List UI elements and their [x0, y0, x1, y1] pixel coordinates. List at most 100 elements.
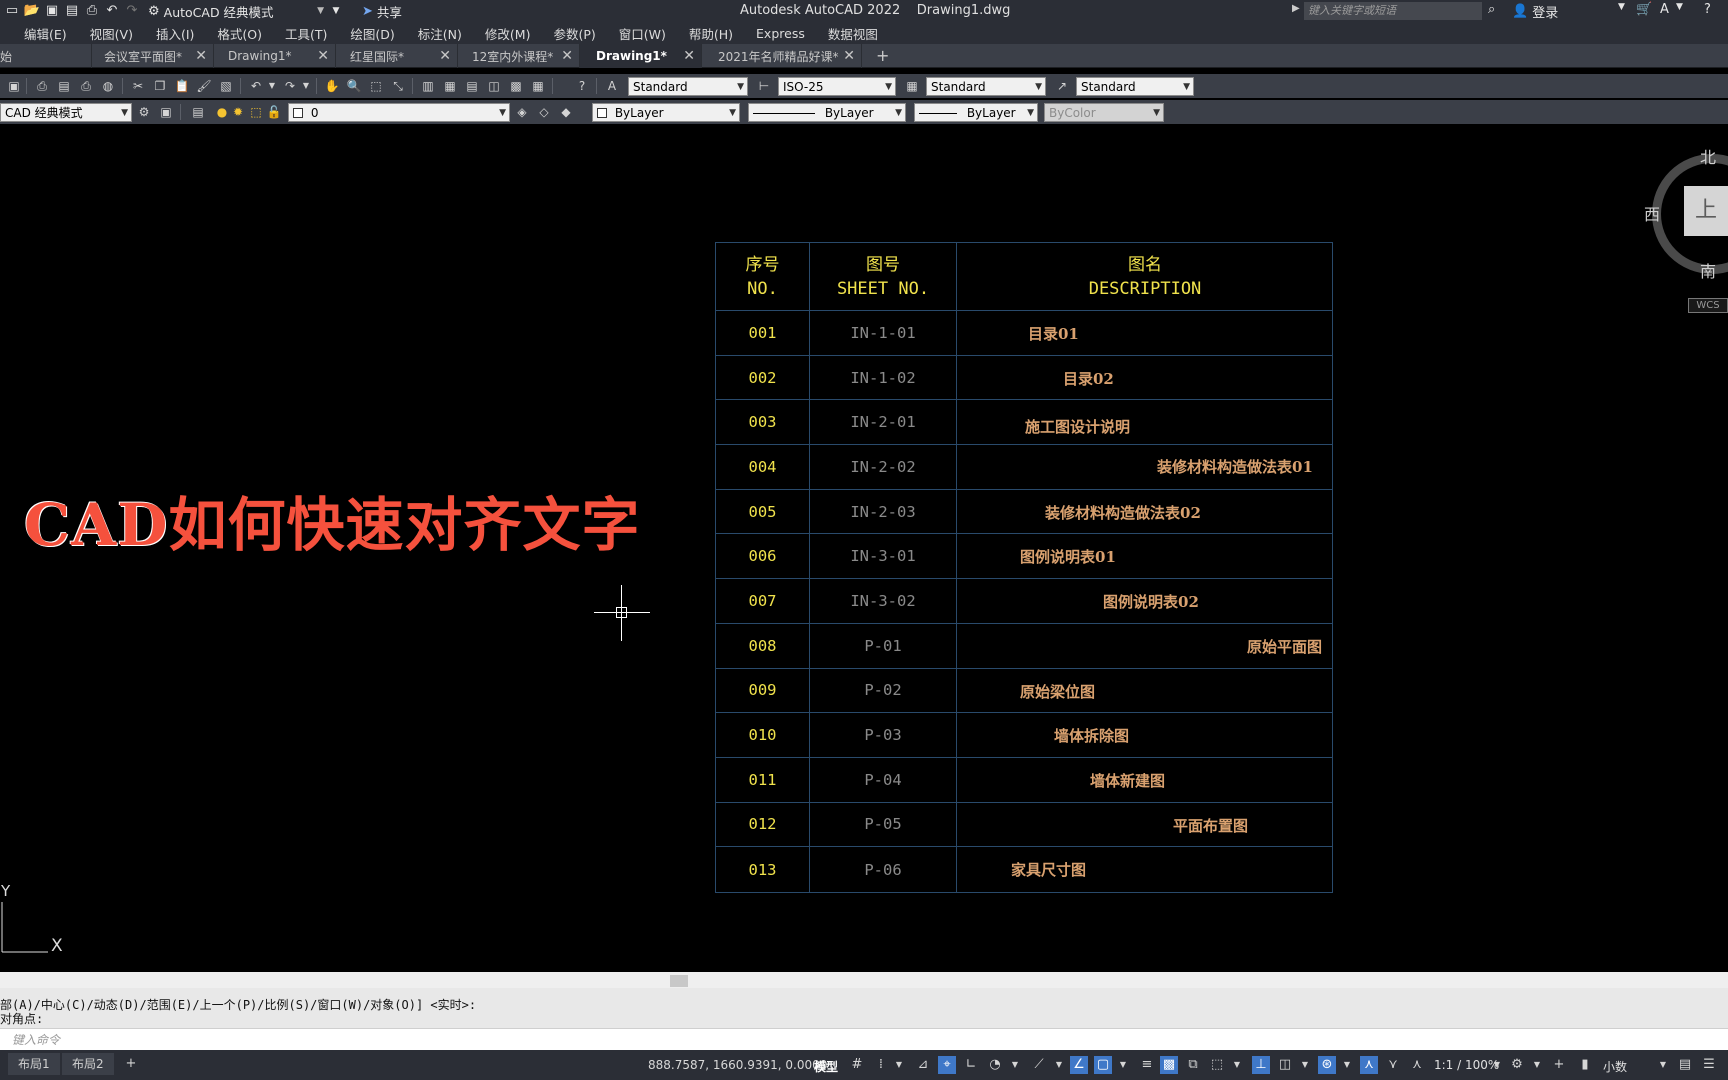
horizontal-scrollbar[interactable]: [0, 972, 1728, 988]
viewcube[interactable]: 北 西 南 上 WCS: [1644, 144, 1728, 314]
print-icon[interactable]: ⎙: [84, 3, 100, 19]
menu-data-view[interactable]: 数据视图: [828, 24, 878, 43]
isometric-icon[interactable]: ⟋: [1030, 1056, 1048, 1074]
layer-previous-icon[interactable]: ◇: [536, 104, 552, 120]
lightbulb-icon[interactable]: ●: [214, 104, 230, 120]
dynamic-input-icon[interactable]: ⌖: [938, 1056, 956, 1074]
markup-icon[interactable]: ▩: [508, 78, 524, 94]
units-dropdown-icon[interactable]: ▼: [1654, 1056, 1672, 1074]
customize-icon[interactable]: ☰: [1700, 1056, 1718, 1074]
layer-properties-icon[interactable]: ▤: [190, 104, 206, 120]
design-center-icon[interactable]: ▦: [442, 78, 458, 94]
selection-cycling-icon[interactable]: ⧉: [1184, 1056, 1202, 1074]
close-icon[interactable]: ✕: [195, 48, 207, 64]
row-description[interactable]: 图例说明表02: [1103, 591, 1199, 612]
menu-dimension[interactable]: 标注(N): [418, 24, 462, 43]
viewcube-top-face[interactable]: 上: [1684, 186, 1728, 236]
quick-properties-icon[interactable]: ▤: [1676, 1056, 1694, 1074]
undo-icon[interactable]: ↶: [248, 78, 264, 94]
row-description[interactable]: 平面布置图: [1173, 815, 1248, 836]
unlock-icon[interactable]: 🔓: [266, 104, 282, 120]
menu-draw[interactable]: 绘图(D): [350, 24, 394, 43]
scale-dropdown-icon[interactable]: ▼: [1488, 1056, 1506, 1074]
add-layout-icon[interactable]: +: [122, 1055, 140, 1073]
text-style-select[interactable]: Standard ▼: [628, 77, 748, 96]
tab-layout1[interactable]: 布局1: [8, 1053, 60, 1075]
cut-icon[interactable]: ✂: [130, 78, 146, 94]
compass-north[interactable]: 北: [1700, 144, 1716, 168]
save-icon[interactable]: ▣: [44, 3, 60, 19]
table-style-icon[interactable]: ▦: [904, 78, 920, 94]
table-style-select[interactable]: Standard ▼: [926, 77, 1046, 96]
sign-in-dropdown-icon[interactable]: ▼: [1618, 2, 1625, 12]
menu-view[interactable]: 视图(V): [90, 24, 133, 43]
3d-osnap-dropdown-icon[interactable]: ▼: [1228, 1056, 1246, 1074]
autodesk-a360-icon[interactable]: A: [1660, 2, 1669, 17]
menu-modify[interactable]: 修改(M): [485, 24, 531, 43]
close-icon[interactable]: ✕: [843, 48, 855, 64]
row-description[interactable]: 原始平面图: [1247, 636, 1322, 657]
table-row[interactable]: 012 P-05 平面布置图: [716, 802, 1332, 848]
tool-palettes-icon[interactable]: ▤: [464, 78, 480, 94]
workspace-dropdown[interactable]: ⚙ AutoCAD 经典模式 ▼: [148, 1, 324, 21]
pan-icon[interactable]: ✋: [324, 78, 340, 94]
plot-preview-icon[interactable]: ▤: [56, 78, 72, 94]
row-description[interactable]: 墙体拆除图: [1054, 725, 1129, 746]
command-input[interactable]: 键入命令: [0, 1028, 1728, 1050]
table-row[interactable]: 013 P-06 家具尺寸图: [716, 847, 1332, 892]
annotation-visibility-icon[interactable]: ⋏: [1360, 1056, 1378, 1074]
redo-icon[interactable]: ↷: [282, 78, 298, 94]
menu-window[interactable]: 窗口(W): [619, 24, 666, 43]
zoom-window-icon[interactable]: ⬚: [368, 78, 384, 94]
table-row[interactable]: 007 IN-3-02 图例说明表02: [716, 579, 1332, 624]
compass-south[interactable]: 南: [1700, 258, 1716, 282]
sheet-set-icon[interactable]: ◫: [486, 78, 502, 94]
3d-print-icon[interactable]: ◍: [100, 78, 116, 94]
table-row[interactable]: 005 IN-2-03 装修材料构造做法表02: [716, 489, 1332, 535]
layer-states-icon[interactable]: ◆: [558, 104, 574, 120]
object-snap-icon[interactable]: ▢: [1094, 1056, 1112, 1074]
grid-icon[interactable]: #: [848, 1056, 866, 1074]
open-file-icon[interactable]: ▭: [4, 3, 20, 19]
share-button[interactable]: ➤ 共享: [362, 2, 402, 21]
3d-osnap-icon[interactable]: ⬚: [1208, 1056, 1226, 1074]
transparency-icon[interactable]: ▩: [1160, 1056, 1178, 1074]
tab-drawing1-a[interactable]: Drawing1* ✕: [214, 44, 336, 68]
save-icon[interactable]: ▣: [6, 78, 22, 94]
model-space-button[interactable]: 模型: [814, 1058, 838, 1075]
gear-icon[interactable]: ⚙: [1508, 1056, 1526, 1074]
table-row[interactable]: 001 IN-1-01 目录01: [716, 311, 1332, 356]
menu-parametric[interactable]: 参数(P): [553, 24, 595, 43]
close-icon[interactable]: ✕: [561, 48, 573, 64]
help-icon[interactable]: ?: [574, 78, 590, 94]
search-input[interactable]: 键入关键字或短语: [1304, 2, 1482, 20]
units-icon[interactable]: ▮: [1576, 1056, 1594, 1074]
menu-express[interactable]: Express: [756, 26, 805, 41]
make-current-layer-icon[interactable]: ◈: [514, 104, 530, 120]
table-row[interactable]: 010 P-03 墙体拆除图: [716, 713, 1332, 758]
tab-start[interactable]: 始: [0, 44, 92, 68]
cursor-coordinates[interactable]: 888.7587, 1660.9391, 0.0000: [648, 1058, 827, 1072]
tab-meeting-room-plan[interactable]: 会议室平面图* ✕: [92, 44, 214, 68]
dimension-style-select[interactable]: ISO-25 ▼: [778, 77, 896, 96]
gizmo-icon[interactable]: ⊛: [1318, 1056, 1336, 1074]
dimension-style-icon[interactable]: ⊢: [756, 78, 772, 94]
cart-icon[interactable]: 🛒: [1636, 2, 1652, 17]
search-icon[interactable]: ⌕: [1488, 2, 1495, 17]
wcs-menu[interactable]: WCS: [1688, 298, 1728, 313]
redo-dropdown-icon[interactable]: ▼: [298, 78, 314, 94]
zoom-realtime-icon[interactable]: 🔍: [346, 78, 362, 94]
paste-icon[interactable]: 📋: [174, 78, 190, 94]
auto-scale-icon[interactable]: ⋎: [1384, 1056, 1402, 1074]
tab-master-course[interactable]: 2021年名师精品好课* ✕: [702, 44, 862, 68]
a360-dropdown-icon[interactable]: ▼: [1676, 2, 1683, 12]
infer-constraints-icon[interactable]: ⊿: [914, 1056, 932, 1074]
tab-course[interactable]: 12室内外课程* ✕: [458, 44, 580, 68]
compass-west[interactable]: 西: [1644, 201, 1660, 225]
multileader-style-select[interactable]: Standard ▼: [1076, 77, 1194, 96]
tab-drawing1-active[interactable]: Drawing1* ✕: [580, 44, 702, 68]
menu-format[interactable]: 格式(O): [217, 24, 262, 43]
annotation-scale-icon[interactable]: ⋏: [1408, 1056, 1426, 1074]
help-icon[interactable]: ?: [1704, 2, 1711, 17]
table-row[interactable]: 006 IN-3-01 图例说明表01: [716, 534, 1332, 580]
